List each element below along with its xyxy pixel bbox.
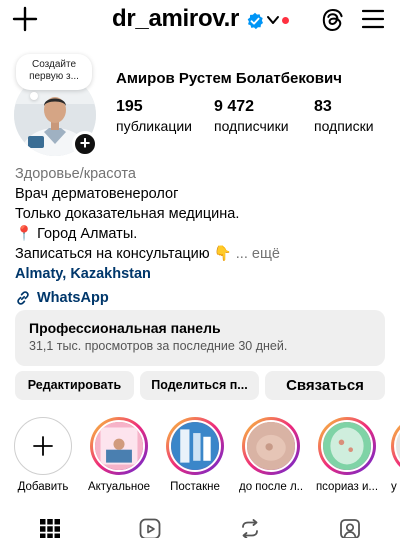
bio-line-with-more: Записаться на консультацию 👇 ... ещё — [15, 244, 390, 264]
highlight-cover — [321, 420, 373, 472]
highlight-cover — [394, 420, 400, 472]
location-link[interactable]: Almaty, Kazakhstan — [15, 264, 390, 284]
profile-tabs — [0, 512, 400, 538]
more-link[interactable]: ... ещё — [236, 246, 280, 262]
top-bar: dr_amirov.r — [0, 0, 400, 44]
highlight-cover — [245, 420, 297, 472]
highlight-cover — [93, 420, 145, 472]
link-icon — [17, 291, 29, 305]
highlight-item[interactable]: Актуальное — [87, 417, 151, 493]
edit-profile-button[interactable]: Редактировать — [15, 371, 134, 400]
highlight-label: Постакне — [170, 481, 220, 493]
hamburger-menu-icon[interactable] — [362, 9, 384, 29]
plus-icon — [33, 436, 53, 456]
note-bubble-tail — [30, 92, 38, 100]
username-title[interactable]: dr_amirov.r — [112, 5, 239, 33]
stat-value: 195 — [116, 98, 143, 115]
stat-followers[interactable]: 9 472 подписчики — [214, 98, 289, 134]
bio-section: Здоровье/красота Врач дерматовенеролог Т… — [15, 164, 390, 308]
verified-badge-icon — [247, 12, 263, 30]
share-profile-button[interactable]: Поделиться п... — [140, 371, 259, 400]
highlight-label: псориаз и... — [315, 481, 379, 493]
reposts-icon[interactable] — [239, 518, 261, 538]
note-text-line1: Создайте — [31, 59, 77, 70]
stat-value: 9 472 — [214, 98, 255, 115]
stat-posts[interactable]: 195 публикации — [116, 98, 192, 134]
notification-dot — [282, 17, 289, 24]
create-plus-icon[interactable] — [12, 6, 38, 32]
highlight-ring — [391, 417, 400, 475]
add-story-plus-icon[interactable]: + — [72, 131, 98, 157]
highlight-item[interactable]: до после л... — [239, 417, 303, 493]
highlight-ring — [14, 417, 72, 475]
highlight-cover — [169, 420, 221, 472]
stat-label: публикации — [116, 118, 192, 134]
highlight-label: Актуальное — [87, 481, 151, 493]
bio-line: Только доказательная медицина. — [15, 206, 240, 222]
highlight-label: у — [391, 481, 397, 493]
highlight-ring — [318, 417, 376, 475]
panel-title: Профессиональная панель — [29, 320, 221, 336]
threads-icon[interactable] — [320, 7, 346, 33]
link-label: WhatsApp — [37, 290, 109, 306]
profile-category: Здоровье/красота — [15, 166, 136, 182]
bio-line: Записаться на консультацию 👇 — [15, 246, 232, 262]
external-link[interactable]: WhatsApp — [15, 288, 390, 308]
reels-icon[interactable] — [139, 518, 161, 538]
highlight-item[interactable]: Постакне — [163, 417, 227, 493]
panel-subtitle: 31,1 тыс. просмотров за последние 30 дне… — [29, 339, 288, 353]
note-text-line2: первую з... — [29, 71, 79, 82]
bio-line: 📍 Город Алматы. — [15, 226, 138, 242]
full-name: Амиров Рустем Болатбекович — [116, 70, 342, 87]
tagged-icon[interactable] — [339, 518, 361, 538]
stat-following[interactable]: 83 подписки — [314, 98, 374, 134]
highlight-label: до после л... — [239, 481, 303, 493]
stat-label: подписки — [314, 118, 374, 134]
highlight-item[interactable]: псориаз и... — [315, 417, 379, 493]
highlight-ring — [166, 417, 224, 475]
chevron-down-icon[interactable] — [266, 14, 280, 26]
highlight-label: Добавить — [17, 481, 69, 493]
highlight-ring — [90, 417, 148, 475]
stat-value: 83 — [314, 98, 332, 115]
highlight-item[interactable]: у — [391, 417, 400, 493]
contact-button[interactable]: Связаться — [265, 371, 385, 400]
stat-label: подписчики — [214, 118, 289, 134]
grid-icon[interactable] — [39, 518, 61, 538]
professional-dashboard[interactable]: Профессиональная панель 31,1 тыс. просмо… — [15, 310, 385, 366]
note-bubble[interactable]: Создайте первую з... — [16, 54, 92, 90]
highlight-ring — [242, 417, 300, 475]
bio-line: Врач дерматовенеролог — [15, 186, 179, 202]
highlight-add[interactable]: Добавить — [11, 417, 75, 493]
